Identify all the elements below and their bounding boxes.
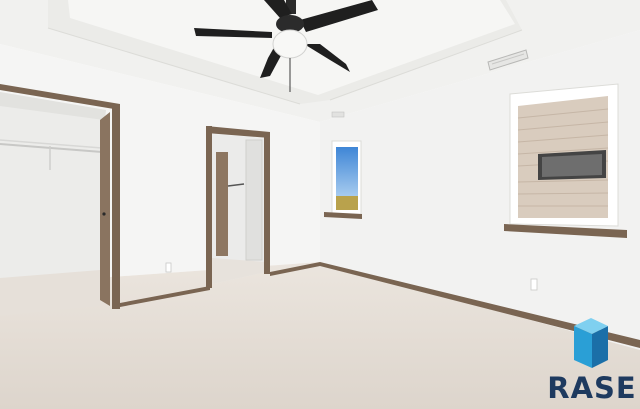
- window-small-sky: [336, 147, 358, 197]
- outlet-left: [165, 262, 172, 273]
- outlet-right: [530, 278, 538, 291]
- ceiling-vent-small: [331, 111, 345, 118]
- rase-cube-logo: [574, 318, 608, 368]
- bathroom-frame-right: [264, 132, 270, 274]
- bathroom-door: [216, 152, 228, 256]
- shower-panel: [245, 139, 263, 261]
- closet-frame-right: [112, 104, 120, 309]
- fan-light: [272, 29, 308, 59]
- watermark-text: RASE: [547, 371, 637, 405]
- room-drawing: [0, 0, 640, 409]
- window-small-trees: [336, 196, 358, 210]
- closet-door: [100, 112, 110, 306]
- bedroom-photo: RASE: [0, 0, 640, 409]
- rase-watermark: RASE: [546, 316, 638, 406]
- closet-interior: [0, 92, 106, 284]
- bathroom-frame-left: [206, 126, 212, 288]
- closet-door-handle: [102, 212, 106, 216]
